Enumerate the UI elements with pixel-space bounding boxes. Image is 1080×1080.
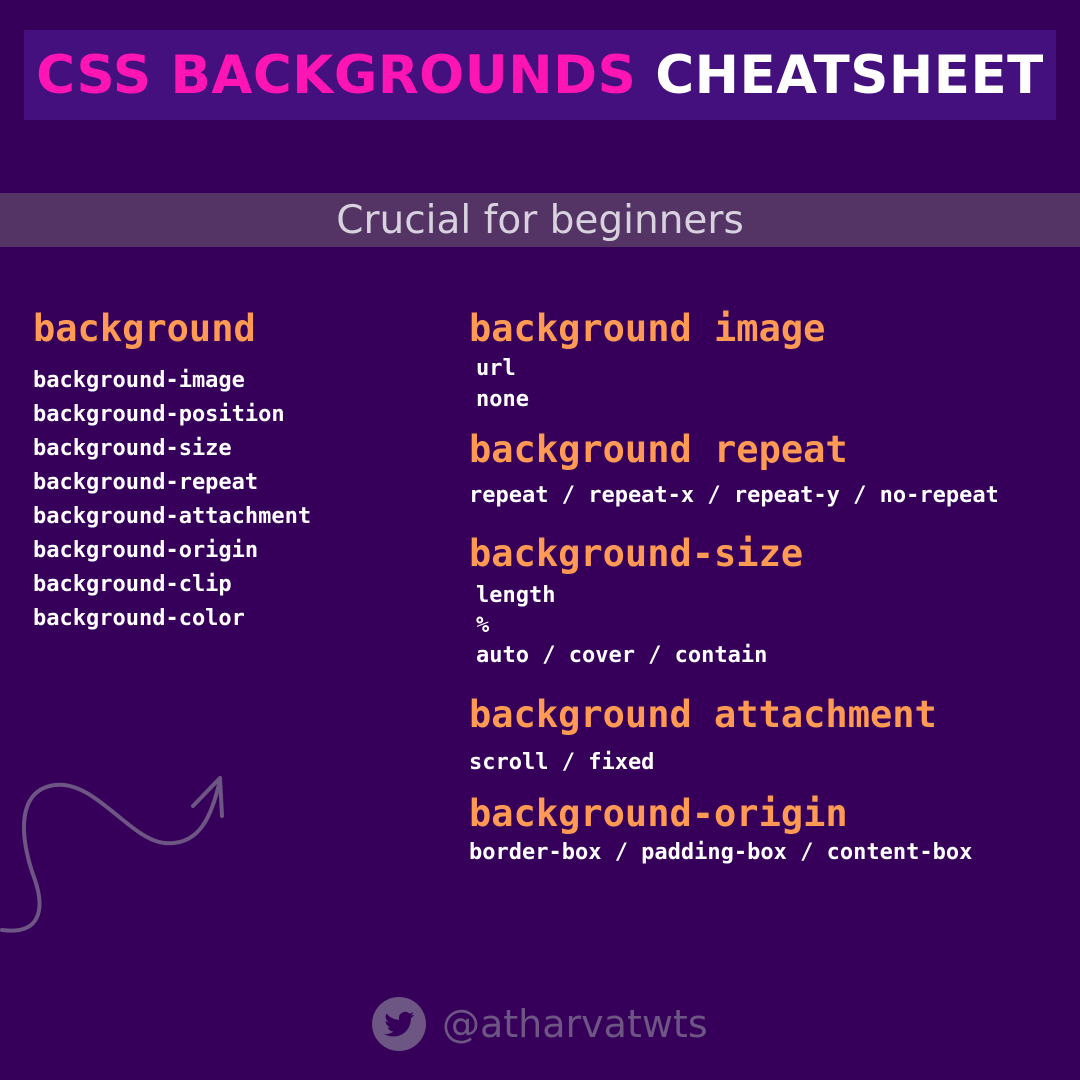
list-item: background-color — [33, 606, 245, 631]
background-size-value: % — [476, 613, 490, 638]
footer: @atharvatwts — [372, 996, 708, 1052]
title-banner: CSS BACKGROUNDS CHEATSHEET — [24, 30, 1056, 120]
background-property-list: background-image background-position bac… — [33, 364, 311, 636]
title-part-2: CHEATSHEET — [655, 44, 1044, 106]
background-origin-heading: background-origin — [469, 792, 848, 835]
background-size-value: length — [476, 583, 556, 608]
background-size-heading: background-size — [469, 532, 804, 575]
background-image-value: url — [476, 356, 516, 381]
background-attachment-heading: background attachment — [469, 693, 937, 736]
twitter-handle[interactable]: @atharvatwts — [442, 1005, 708, 1043]
left-heading: background — [33, 307, 256, 350]
background-image-value: none — [476, 387, 529, 412]
list-item: background-position — [33, 402, 285, 427]
twitter-icon[interactable] — [372, 997, 426, 1051]
background-repeat-heading: background repeat — [469, 428, 848, 471]
subtitle-band: Crucial for beginners — [0, 193, 1080, 247]
list-item: background-clip — [33, 572, 232, 597]
title-part-1: CSS BACKGROUNDS — [36, 44, 637, 106]
curved-arrow-icon — [0, 776, 224, 933]
background-image-heading: background image — [469, 307, 826, 350]
list-item: background-origin — [33, 538, 259, 563]
background-attachment-value: scroll / fixed — [469, 750, 655, 775]
list-item: background-image — [33, 368, 245, 393]
background-repeat-value: repeat / repeat-x / repeat-y / no-repeat — [469, 483, 999, 508]
background-size-value: auto / cover / contain — [476, 643, 768, 668]
list-item: background-repeat — [33, 470, 259, 495]
list-item: background-attachment — [33, 504, 312, 529]
list-item: background-size — [33, 436, 232, 461]
background-origin-value: border-box / padding-box / content-box — [469, 840, 973, 865]
title-space — [636, 49, 655, 102]
subtitle: Crucial for beginners — [336, 197, 744, 243]
